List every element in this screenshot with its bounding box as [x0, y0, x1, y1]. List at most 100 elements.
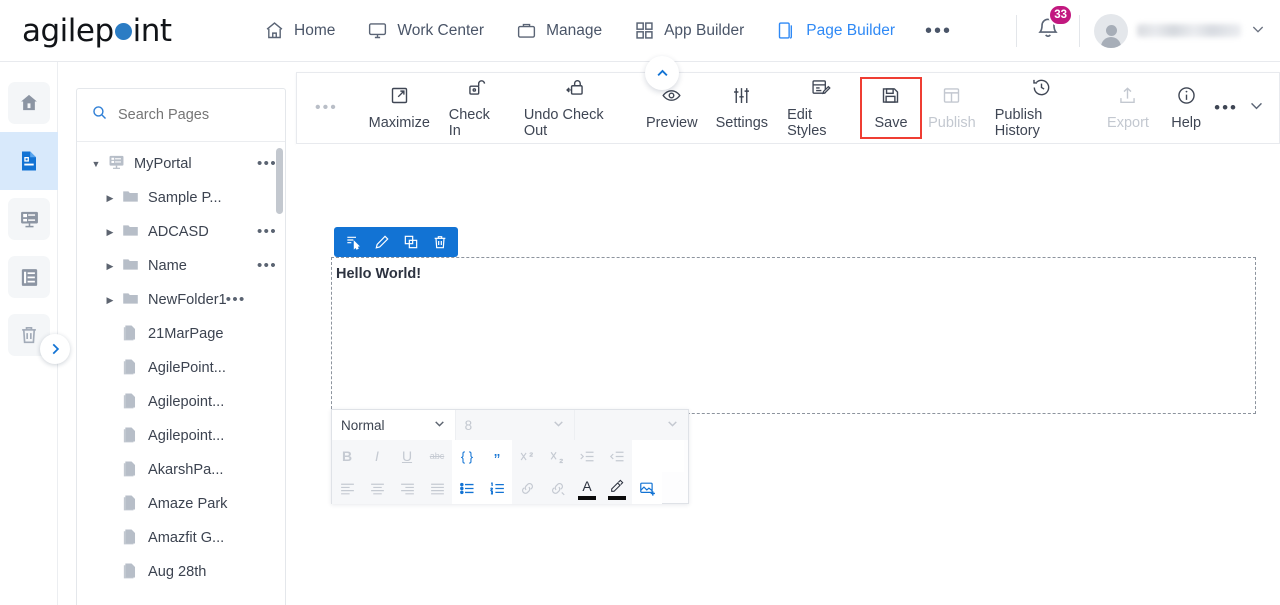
tree-label: 21MarPage — [148, 326, 224, 342]
tree-row-page[interactable]: Aug 28th — [77, 555, 285, 589]
tree-scrollbar[interactable] — [276, 148, 283, 214]
row-menu-button[interactable]: ••• — [255, 156, 277, 171]
toolbar-button-maximize[interactable]: Maximize — [360, 80, 439, 136]
page-icon — [121, 357, 140, 380]
rte-row-2: A — [332, 472, 688, 504]
highlight-color-icon[interactable] — [602, 472, 632, 504]
canvas-text-content[interactable]: Hello World! — [336, 266, 421, 282]
row-menu-button[interactable]: ••• — [224, 292, 246, 307]
align-justify-icon[interactable] — [422, 472, 452, 504]
rte-font-family-select[interactable] — [575, 410, 689, 440]
caret-down-icon[interactable]: ▼ — [85, 159, 107, 169]
superscript-icon[interactable] — [512, 440, 542, 472]
portal-icon — [107, 153, 126, 176]
rail-item-list[interactable] — [0, 248, 58, 306]
rail-item-home[interactable] — [0, 74, 58, 132]
tree-row-page[interactable]: Amaze Park — [77, 487, 285, 521]
caret-right-icon[interactable]: ▶ — [99, 261, 121, 272]
toolbar-button-edit-styles[interactable]: Edit Styles — [777, 72, 863, 144]
rte-group-spacer-1 — [632, 440, 684, 472]
toolbar-overflow-button[interactable]: ••• — [1214, 99, 1238, 116]
tree-label: MyPortal — [134, 156, 192, 172]
nav-item-page-builder[interactable]: Page Builder — [760, 14, 911, 47]
tree-row-page[interactable]: AkarshPa... — [77, 453, 285, 487]
select-parent-icon[interactable] — [338, 227, 367, 257]
align-left-icon[interactable] — [332, 472, 362, 504]
unlink-icon[interactable] — [542, 472, 572, 504]
brand-logo[interactable]: agilep int — [0, 13, 248, 49]
expand-panel-button[interactable] — [40, 334, 70, 364]
top-bar-right: 33 — [1002, 4, 1280, 50]
align-right-icon[interactable] — [392, 472, 422, 504]
page-canvas: Hello World! Normal 8 B I U abc {} ” A — [296, 144, 1280, 605]
nav-overflow-button[interactable]: ••• — [911, 20, 966, 42]
bold-icon[interactable]: B — [332, 440, 362, 472]
tree-row-page[interactable]: 21MarPage — [77, 317, 285, 351]
italic-icon[interactable]: I — [362, 440, 392, 472]
search-input[interactable] — [118, 107, 268, 123]
insert-link-icon[interactable] — [512, 472, 542, 504]
rte-style-select[interactable]: Normal — [332, 410, 456, 440]
caret-right-icon[interactable]: ▶ — [99, 193, 121, 204]
nav-item-work-center[interactable]: Work Center — [351, 14, 500, 47]
text-color-swatch — [578, 496, 596, 500]
user-menu[interactable] — [1094, 13, 1266, 48]
home-icon — [264, 20, 285, 41]
toolbar-button-check-in[interactable]: Check In — [439, 72, 514, 144]
caret-right-icon[interactable]: ▶ — [99, 227, 121, 238]
align-center-icon[interactable] — [362, 472, 392, 504]
toolbar-button-settings[interactable]: Settings — [707, 80, 777, 136]
tree-row-page[interactable]: Agilepoint... — [77, 419, 285, 453]
content-drop-region[interactable]: Hello World! — [331, 257, 1256, 414]
toolbar-button-save[interactable]: Save — [859, 77, 922, 139]
blockquote-icon[interactable]: ” — [482, 440, 512, 472]
nav-label-home: Home — [294, 21, 336, 39]
toolbar-button-publish: Publish — [919, 80, 985, 136]
numbered-list-icon[interactable] — [482, 472, 512, 504]
rte-font-size-select[interactable]: 8 — [455, 410, 576, 440]
toolbar-button-export: Export — [1098, 80, 1158, 136]
rte-group-lists — [452, 472, 512, 504]
chevron-down-icon[interactable] — [1248, 97, 1265, 119]
toolbar-button-undo-check-out[interactable]: Undo Check Out — [514, 72, 637, 144]
text-color-icon[interactable]: A — [572, 472, 602, 504]
toolbar-button-help[interactable]: Help — [1158, 80, 1214, 136]
rail-item-forms[interactable] — [0, 190, 58, 248]
tree-row-name[interactable]: ▶ Name ••• — [77, 249, 285, 283]
duplicate-icon[interactable] — [396, 227, 425, 257]
toolbar-overflow-left[interactable]: ••• — [303, 100, 360, 116]
nav-item-home[interactable]: Home — [248, 14, 351, 47]
code-block-icon[interactable]: { } — [452, 440, 482, 472]
divider — [1079, 14, 1080, 47]
indent-icon[interactable] — [572, 440, 602, 472]
tree-row-sample-pages[interactable]: ▶ Sample P... — [77, 181, 285, 215]
underline-icon[interactable]: U — [392, 440, 422, 472]
row-menu-button[interactable]: ••• — [255, 258, 277, 273]
toolbar-label: Help — [1171, 115, 1202, 131]
rte-group-format: B I U abc — [332, 440, 452, 472]
subscript-icon[interactable] — [542, 440, 572, 472]
row-menu-button[interactable]: ••• — [255, 224, 277, 239]
tree-row-adcasd[interactable]: ▶ ADCASD ••• — [77, 215, 285, 249]
outdent-icon[interactable] — [602, 440, 632, 472]
toolbar-button-publish-history[interactable]: Publish History — [985, 72, 1098, 144]
tree-row-newfolder1[interactable]: ▶ NewFolder1 ••• — [77, 283, 285, 317]
edit-pencil-icon[interactable] — [367, 227, 396, 257]
notifications-button[interactable]: 33 — [1031, 4, 1073, 50]
caret-right-icon[interactable]: ▶ — [99, 295, 121, 306]
delete-icon[interactable] — [425, 227, 454, 257]
insert-image-icon[interactable] — [632, 472, 662, 504]
tree-row-page[interactable]: Agilepoint... — [77, 385, 285, 419]
toolbar-button-preview[interactable]: Preview — [637, 80, 707, 136]
nav-item-app-builder[interactable]: App Builder — [618, 14, 760, 47]
rail-item-pages[interactable] — [0, 132, 58, 190]
tree-row-page[interactable]: AgilePoint... — [77, 351, 285, 385]
collapse-toolbar-button[interactable] — [645, 56, 679, 90]
tree-row-page[interactable]: Amazfit G... — [77, 521, 285, 555]
tree-row-myportal[interactable]: ▼ MyPortal ••• — [77, 147, 285, 181]
toolbar-label: Publish — [928, 115, 976, 131]
highlight-color-swatch — [608, 496, 626, 500]
bulleted-list-icon[interactable] — [452, 472, 482, 504]
nav-item-manage[interactable]: Manage — [500, 14, 618, 47]
strikethrough-icon[interactable]: abc — [422, 440, 452, 472]
